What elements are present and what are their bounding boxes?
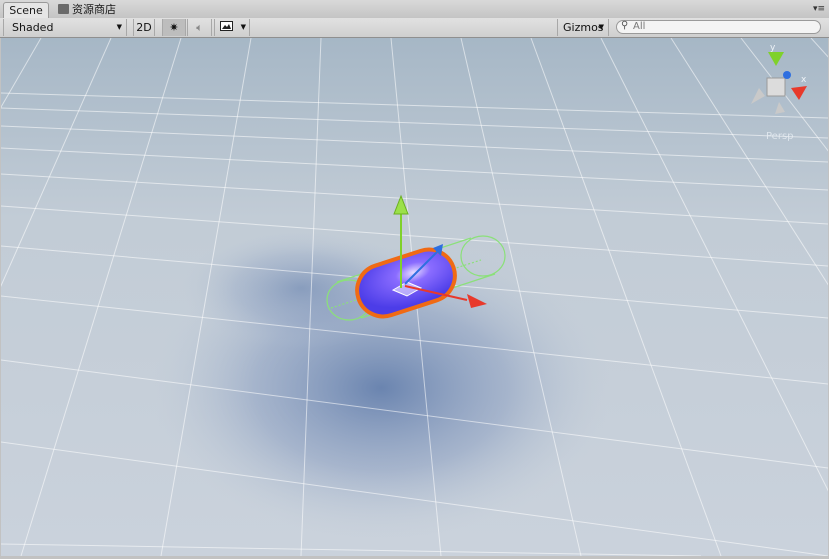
scene-toolbar: Shaded ▼ 2D ✷ 🔈︎ ▼ Gizmos ▼ ⚲ All <box>0 18 829 38</box>
dropdown-arrow-icon: ▼ <box>598 23 604 31</box>
gizmos-label: Gizmos <box>563 21 604 34</box>
svg-text:y: y <box>770 43 776 53</box>
window-tab-bar: Scene 资源商店 ▾≡ <box>0 0 829 19</box>
effects-toggle[interactable]: ▼ <box>214 19 250 36</box>
audio-toggle[interactable]: 🔈︎ <box>187 19 212 36</box>
tab-asset-store[interactable]: 资源商店 <box>58 2 116 18</box>
gizmo-y-cone-icon[interactable] <box>768 52 784 66</box>
dropdown-arrow-icon: ▼ <box>240 23 246 31</box>
draw-mode-dropdown[interactable]: Shaded ▼ <box>3 19 127 36</box>
lighting-toggle[interactable]: ✷ <box>162 19 186 36</box>
gizmos-dropdown[interactable]: Gizmos ▼ <box>557 19 609 36</box>
tab-scene[interactable]: Scene <box>3 2 49 19</box>
gizmo-neg-x-cone-icon <box>751 88 765 104</box>
tab-asset-store-label: 资源商店 <box>72 3 116 16</box>
scene-canvas: y x <box>1 38 828 556</box>
search-icon: ⚲ <box>621 20 629 31</box>
dropdown-arrow-icon: ▼ <box>116 23 122 31</box>
scene-viewport[interactable]: y x Persp <box>1 38 828 556</box>
store-icon <box>58 4 69 14</box>
gizmo-neg-y-cone-icon <box>775 102 785 114</box>
speaker-icon: 🔈︎ <box>196 21 203 34</box>
search-placeholder: All <box>633 21 646 32</box>
search-input[interactable]: ⚲ All <box>616 20 821 34</box>
window-menu-icon[interactable]: ▾≡ <box>813 4 825 14</box>
orientation-gizmo[interactable]: y x <box>751 43 807 114</box>
projection-label[interactable]: Persp <box>766 131 794 142</box>
2d-mode-toggle[interactable]: 2D <box>133 19 155 36</box>
image-icon <box>220 21 233 31</box>
gizmo-z-cone-icon[interactable] <box>783 71 791 79</box>
sun-icon: ✷ <box>169 21 179 34</box>
gizmo-x-cone-icon[interactable] <box>791 86 807 100</box>
draw-mode-label: Shaded <box>12 21 54 34</box>
gizmo-center-cube-icon[interactable] <box>766 77 786 97</box>
svg-text:x: x <box>801 75 807 85</box>
